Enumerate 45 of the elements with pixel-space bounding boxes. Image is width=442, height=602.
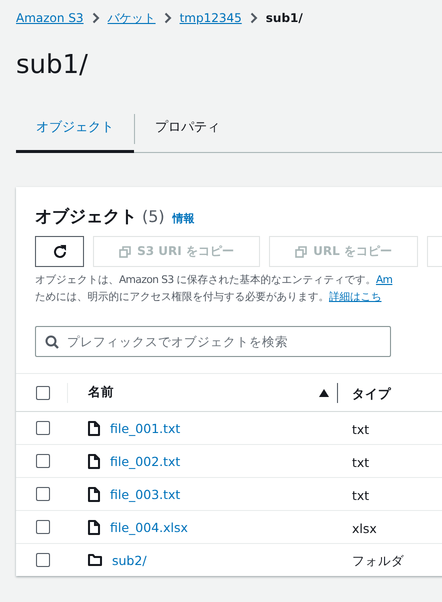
breadcrumb-link[interactable]: Amazon S3: [16, 11, 84, 25]
copy-icon: [295, 246, 308, 258]
tab[interactable]: プロパティ: [135, 109, 240, 153]
table-cell: txt: [352, 488, 370, 502]
table-cell: txt: [352, 454, 370, 470]
row-checkbox[interactable]: [36, 421, 50, 435]
column-header[interactable]: 名前: [88, 384, 311, 401]
learn-more-link[interactable]: 詳細はこち: [329, 291, 382, 303]
chevron-right-icon: [92, 12, 100, 24]
breadcrumb-link[interactable]: バケット: [108, 10, 156, 26]
copy-icon: [119, 246, 132, 258]
object-link[interactable]: file_004.xlsx: [110, 520, 188, 534]
table-cell: フォルダ: [352, 553, 404, 568]
object-link[interactable]: file_002.txt: [110, 454, 180, 468]
object-link[interactable]: sub2/: [112, 552, 147, 568]
row-checkbox[interactable]: [36, 487, 50, 501]
chevron-right-icon: [250, 12, 258, 24]
table-cell: xlsx: [352, 520, 377, 536]
file-icon: [88, 420, 100, 436]
description-text: オブジェクトは、Amazon S3 に保存された基本的なエンティティです。Am ためには、明示的にアクセス権限を付与する必要があります。詳細はこち: [35, 273, 394, 305]
object-link[interactable]: file_001.txt: [110, 420, 180, 436]
refresh-button[interactable]: [35, 236, 84, 267]
table-cell: txt: [352, 422, 370, 436]
chevron-right-icon: [164, 12, 172, 24]
row-checkbox[interactable]: [36, 520, 50, 534]
folder-icon: [88, 554, 102, 566]
refresh-icon: [52, 244, 68, 260]
row-checkbox[interactable]: [36, 553, 50, 567]
page-title: sub1/: [16, 49, 89, 82]
learn-more-link[interactable]: Am: [376, 274, 392, 286]
tab[interactable]: オブジェクト: [16, 109, 134, 153]
sort-ascending-icon[interactable]: [319, 388, 329, 396]
section-heading: オブジェクト: [35, 206, 137, 228]
file-icon: [88, 486, 100, 502]
info-link[interactable]: 情報: [172, 211, 195, 226]
select-all-checkbox[interactable]: [36, 386, 50, 400]
column-header[interactable]: タイプ: [352, 386, 391, 400]
breadcrumb-link[interactable]: tmp12345: [180, 11, 242, 25]
row-checkbox[interactable]: [36, 454, 50, 468]
search-field[interactable]: プレフィックスでオブジェクトを検索: [35, 326, 391, 357]
object-link[interactable]: file_003.txt: [110, 486, 180, 502]
object-count: (5): [142, 207, 165, 226]
file-icon: [88, 454, 100, 468]
file-icon: [88, 520, 100, 534]
current-breadcrumb: sub1/: [266, 11, 303, 25]
